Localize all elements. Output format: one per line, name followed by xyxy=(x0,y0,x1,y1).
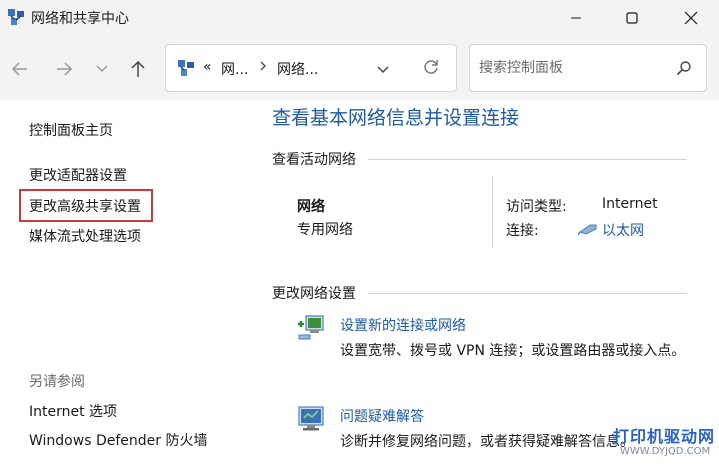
network-center-icon xyxy=(6,7,26,27)
network-category: 专用网络 xyxy=(297,222,353,238)
breadcrumb-item[interactable]: 网... xyxy=(221,59,248,79)
new-connection-icon xyxy=(296,312,326,342)
up-button[interactable] xyxy=(125,56,151,82)
arrow-up-icon xyxy=(131,60,145,77)
sidebar-item-change-adapter-settings[interactable]: 更改适配器设置 xyxy=(29,165,127,185)
see-also-heading: 另请参阅 xyxy=(29,374,85,390)
navigation-bar: « 网... 网络... xyxy=(0,36,719,100)
network-name: 网络 xyxy=(297,199,325,215)
breadcrumb-separator-icon xyxy=(259,60,267,76)
address-dropdown-icon[interactable] xyxy=(376,63,390,79)
troubleshoot-icon xyxy=(296,404,326,434)
ethernet-icon xyxy=(577,222,598,240)
access-type-label: 访问类型: xyxy=(506,199,567,215)
search-box[interactable] xyxy=(469,44,707,92)
forward-button[interactable] xyxy=(51,56,77,82)
back-button[interactable] xyxy=(7,56,33,82)
watermark-url: WWW.DYJQD.COM xyxy=(620,446,711,457)
breadcrumb-overflow[interactable]: « xyxy=(203,59,212,75)
page-title: 查看基本网络信息并设置连接 xyxy=(272,107,520,129)
address-bar[interactable]: « 网... 网络... xyxy=(165,44,457,92)
close-button[interactable] xyxy=(668,0,714,36)
ethernet-link[interactable]: 以太网 xyxy=(602,220,644,240)
divider xyxy=(368,159,687,160)
task-new-connection-link[interactable]: 设置新的连接或网络 xyxy=(340,315,466,335)
minimize-button[interactable] xyxy=(553,0,599,36)
refresh-icon[interactable] xyxy=(422,58,440,80)
minimize-icon xyxy=(571,17,581,19)
sidebar-item-control-panel-home[interactable]: 控制面板主页 xyxy=(29,120,113,140)
search-input[interactable] xyxy=(479,57,669,79)
change-network-settings-heading: 更改网络设置 xyxy=(272,286,356,302)
window-title: 网络和共享中心 xyxy=(31,11,129,27)
maximize-icon xyxy=(626,12,638,24)
arrow-right-icon xyxy=(57,62,73,76)
network-location-icon xyxy=(176,58,196,78)
divider xyxy=(368,293,687,294)
connections-label: 连接: xyxy=(506,223,539,239)
sidebar-item-advanced-sharing-settings[interactable]: 更改高级共享设置 xyxy=(29,196,141,216)
maximize-button[interactable] xyxy=(609,0,655,36)
search-icon[interactable] xyxy=(676,60,692,80)
divider xyxy=(492,176,493,248)
task-troubleshoot-link[interactable]: 问题疑难解答 xyxy=(340,406,424,426)
task-new-connection-description: 设置宽带、拨号或 VPN 连接；或设置路由器或接入点。 xyxy=(340,343,686,359)
see-also-defender-firewall[interactable]: Windows Defender 防火墙 xyxy=(29,430,207,450)
watermark-text: 打印机驱动网 xyxy=(613,427,716,446)
recent-locations-button[interactable] xyxy=(89,56,115,82)
sidebar-item-media-streaming-options[interactable]: 媒体流式处理选项 xyxy=(29,226,141,246)
chevron-down-icon xyxy=(96,65,108,73)
arrow-left-icon xyxy=(11,62,27,76)
access-type-value: Internet xyxy=(602,196,658,212)
close-icon xyxy=(684,11,698,25)
see-also-internet-options[interactable]: Internet 选项 xyxy=(29,401,117,421)
active-networks-heading: 查看活动网络 xyxy=(272,152,356,168)
breadcrumb-item[interactable]: 网络... xyxy=(277,59,318,79)
title-bar: 网络和共享中心 xyxy=(0,0,719,36)
